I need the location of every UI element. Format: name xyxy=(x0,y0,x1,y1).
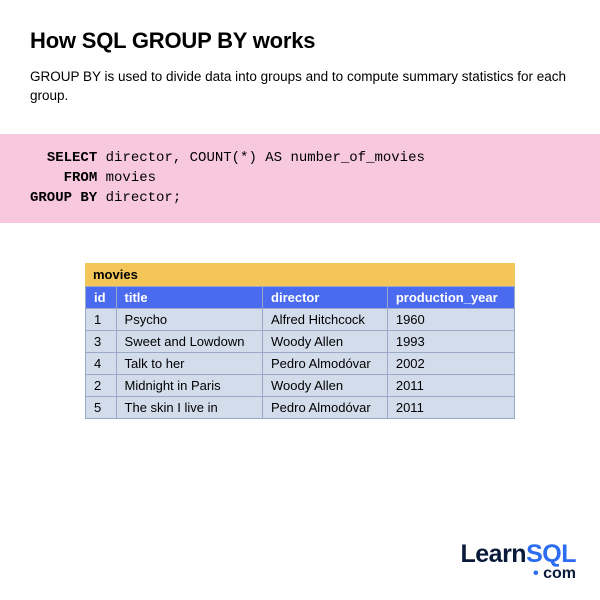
cell: 5 xyxy=(86,396,117,418)
cell: 2002 xyxy=(387,352,514,374)
cell: The skin I live in xyxy=(116,396,262,418)
brand-logo: LearnSQL • com xyxy=(461,542,577,582)
keyword-from: FROM xyxy=(64,170,98,186)
code-from-rest: movies xyxy=(97,170,156,186)
column-header: id xyxy=(86,286,117,308)
logo-learn: Learn xyxy=(461,540,527,568)
column-header: title xyxy=(116,286,262,308)
cell: 2011 xyxy=(387,374,514,396)
table-row: 4 Talk to her Pedro Almodóvar 2002 xyxy=(86,352,515,374)
cell: 1993 xyxy=(387,330,514,352)
cell: Sweet and Lowdown xyxy=(116,330,262,352)
table-row: 1 Psycho Alfred Hitchcock 1960 xyxy=(86,308,515,330)
column-header: director xyxy=(263,286,388,308)
keyword-select: SELECT xyxy=(47,150,97,166)
cell: 2 xyxy=(86,374,117,396)
table-row: 3 Sweet and Lowdown Woody Allen 1993 xyxy=(86,330,515,352)
logo-sql: SQL xyxy=(526,540,576,568)
cell: Pedro Almodóvar xyxy=(263,396,388,418)
cell: Psycho xyxy=(116,308,262,330)
cell: Alfred Hitchcock xyxy=(263,308,388,330)
logo-dot: • xyxy=(533,565,543,582)
cell: Woody Allen xyxy=(263,330,388,352)
movies-table: id title director production_year 1 Psyc… xyxy=(85,286,515,419)
cell: Midnight in Paris xyxy=(116,374,262,396)
cell: 1960 xyxy=(387,308,514,330)
keyword-groupby: GROUP BY xyxy=(30,190,97,206)
cell: 1 xyxy=(86,308,117,330)
description-text: GROUP BY is used to divide data into gro… xyxy=(30,68,570,106)
logo-com: com xyxy=(543,565,576,582)
sql-code-block: SELECT director, COUNT(*) AS number_of_m… xyxy=(0,134,600,223)
cell: Pedro Almodóvar xyxy=(263,352,388,374)
code-select-rest: director, COUNT(*) AS number_of_movies xyxy=(97,150,425,166)
cell: 4 xyxy=(86,352,117,374)
column-header: production_year xyxy=(387,286,514,308)
cell: Woody Allen xyxy=(263,374,388,396)
table-row: 2 Midnight in Paris Woody Allen 2011 xyxy=(86,374,515,396)
table-row: 5 The skin I live in Pedro Almodóvar 201… xyxy=(86,396,515,418)
cell: 3 xyxy=(86,330,117,352)
page-title: How SQL GROUP BY works xyxy=(30,28,570,54)
table-name-header: movies xyxy=(85,263,515,286)
cell: 2011 xyxy=(387,396,514,418)
cell: Talk to her xyxy=(116,352,262,374)
code-groupby-rest: director; xyxy=(97,190,181,206)
